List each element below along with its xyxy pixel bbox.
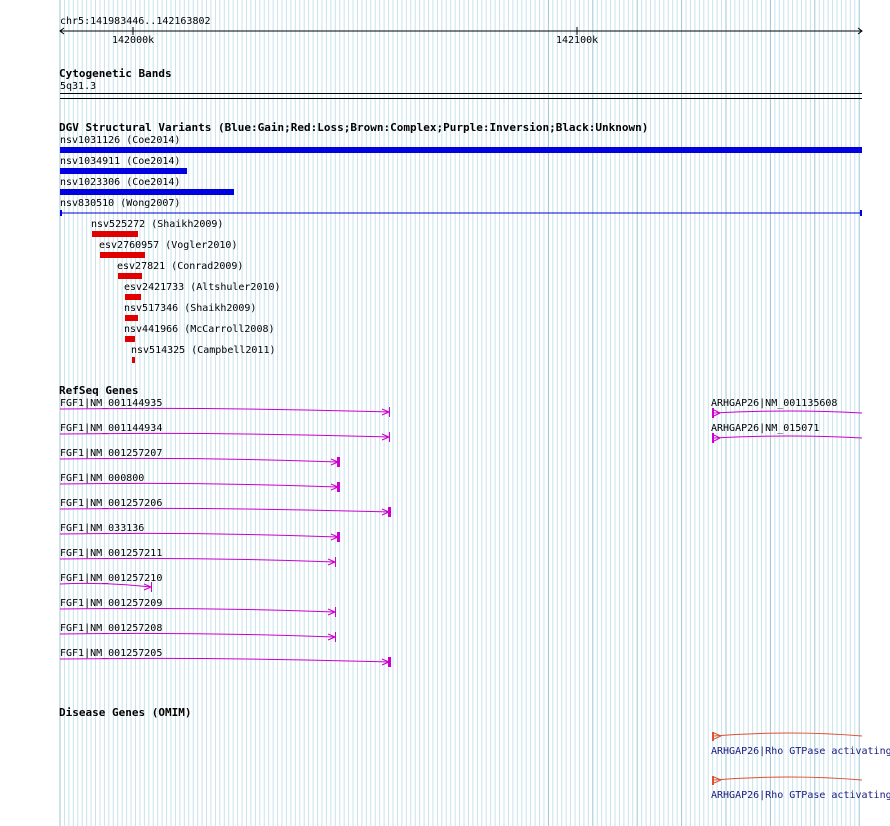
omim-gene-models[interactable]	[0, 0, 890, 826]
omim-gene-model[interactable]	[712, 732, 863, 741]
omim-gene-model[interactable]	[712, 776, 863, 785]
